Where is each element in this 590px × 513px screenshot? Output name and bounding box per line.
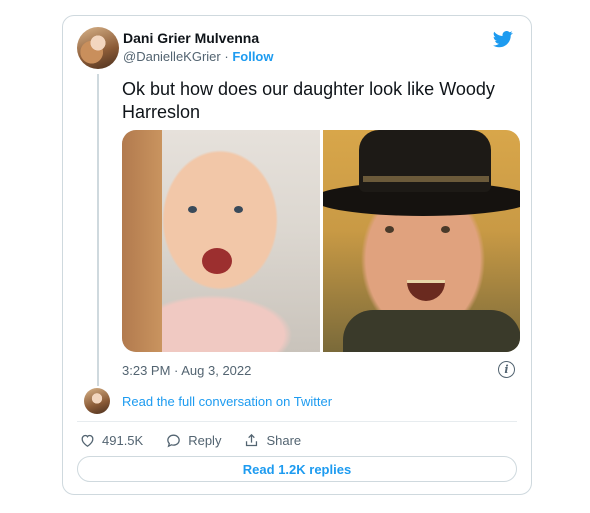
author-handle[interactable]: @DanielleKGrier xyxy=(123,49,221,64)
media-grid xyxy=(122,130,520,352)
info-icon[interactable]: i xyxy=(498,361,515,378)
read-conversation-link[interactable]: Read the full conversation on Twitter xyxy=(122,394,332,409)
read-replies-button[interactable]: Read 1.2K replies xyxy=(77,456,517,482)
follow-link[interactable]: Follow xyxy=(232,49,273,64)
baby-mouth xyxy=(202,248,232,274)
thread-line xyxy=(97,74,99,386)
reply-action[interactable]: Reply xyxy=(165,432,221,449)
baby-eye-right xyxy=(234,206,243,213)
handle-row: @DanielleKGrier · Follow xyxy=(123,49,274,64)
share-label: Share xyxy=(266,433,302,448)
action-bar: 491.5K Reply Share xyxy=(79,432,301,449)
man-eye-left xyxy=(384,226,394,233)
conversation-avatar xyxy=(84,388,110,414)
hat-band xyxy=(362,176,489,182)
man-eye-right xyxy=(440,226,450,233)
photo-baby[interactable] xyxy=(122,130,320,352)
hat-crown xyxy=(358,130,491,192)
share-action[interactable]: Share xyxy=(243,432,301,449)
man-vest xyxy=(342,310,520,352)
divider xyxy=(77,421,517,422)
separator: · xyxy=(224,49,229,64)
like-action[interactable]: 491.5K xyxy=(79,432,143,449)
speech-bubble-icon xyxy=(167,434,181,448)
tweet-text: Ok but how does our daughter look like W… xyxy=(122,79,495,122)
heart-icon xyxy=(81,434,94,447)
tweet-card: Dani Grier Mulvenna @DanielleKGrier · Fo… xyxy=(62,15,532,495)
reply-label: Reply xyxy=(188,433,222,448)
likes-count: 491.5K xyxy=(102,433,144,448)
twitter-bird-icon[interactable] xyxy=(491,29,515,49)
author-name[interactable]: Dani Grier Mulvenna xyxy=(123,30,259,46)
man-mouth xyxy=(406,280,445,301)
baby-eye-left xyxy=(188,206,197,213)
author-avatar[interactable] xyxy=(77,27,119,69)
tweet-timestamp[interactable]: 3:23 PM · Aug 3, 2022 xyxy=(122,363,251,378)
share-upload-icon xyxy=(246,433,258,447)
photo-woody-harrelson[interactable] xyxy=(322,130,520,352)
